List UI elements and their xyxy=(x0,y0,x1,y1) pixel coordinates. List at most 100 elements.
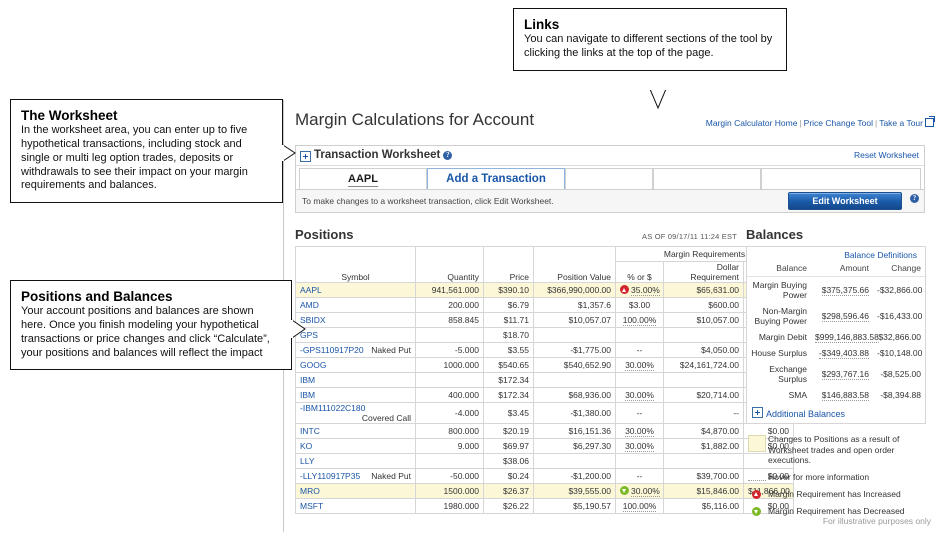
cell-pct-or-dollar: -- xyxy=(616,469,664,484)
cell-position-value: $10,057.07 xyxy=(534,313,616,328)
edit-worksheet-button[interactable]: Edit Worksheet xyxy=(788,192,902,210)
cell-dollar-requirement: -- xyxy=(664,403,744,424)
cell-pct-or-dollar: -- xyxy=(616,343,664,358)
cell-symbol[interactable]: SBIDX xyxy=(296,313,416,328)
cell-symbol[interactable]: AMD xyxy=(296,298,416,313)
column-header-symbol: Symbol xyxy=(296,262,416,283)
cell-pct-or-dollar: 30.00% xyxy=(616,484,664,499)
table-row[interactable]: INTC800.000$20.19$16,151.3630.00%$4,870.… xyxy=(296,424,794,439)
link-margin-calculator-home[interactable]: Margin Calculator Home xyxy=(706,118,798,128)
table-row[interactable]: KO9.000$69.97$6,297.3030.00%$1,882.00$0.… xyxy=(296,439,794,454)
table-row[interactable]: -GPS110917P20Naked Put-5.000$3.55-$1,775… xyxy=(296,343,794,358)
symbol-link[interactable]: INTC xyxy=(300,426,320,436)
help-icon[interactable]: ? xyxy=(910,194,919,203)
table-row[interactable]: -IBM111022C180Covered Call-4.000$3.45-$1… xyxy=(296,403,794,424)
cell-quantity: 1980.000 xyxy=(416,499,484,514)
column-header-dollar-requirement: DollarRequirement xyxy=(664,262,744,283)
cell-pct-or-dollar: 30.00% xyxy=(616,358,664,373)
pct-or-dollar-value: 30.00% xyxy=(631,486,660,497)
cell-pct-or-dollar: $3.00 xyxy=(616,298,664,313)
table-row[interactable]: MRO1500.000$26.37$39,555.0030.00%$15,846… xyxy=(296,484,794,499)
cell-symbol[interactable]: -GPS110917P20 Naked Put xyxy=(296,343,416,358)
green-down-arrow-icon xyxy=(752,507,761,516)
positions-table: Margin Requirements Symbol Quantity Pric… xyxy=(295,246,794,514)
cell-symbol[interactable]: KO xyxy=(296,439,416,454)
worksheet-tab-empty-1[interactable] xyxy=(565,168,653,190)
table-row[interactable]: -LLY110917P35Naked Put-50.000$0.24-$1,20… xyxy=(296,469,794,484)
cell-symbol[interactable]: AAPL xyxy=(296,283,416,298)
symbol-link[interactable]: MSFT xyxy=(300,501,323,511)
cell-symbol[interactable]: GOOG xyxy=(296,358,416,373)
add-a-transaction-tab[interactable]: Add a Transaction xyxy=(427,168,565,190)
worksheet-tab-empty-3[interactable] xyxy=(761,168,921,190)
column-header-position-value: Position Value xyxy=(534,262,616,283)
table-row[interactable]: IBM$172.34 xyxy=(296,373,794,388)
cell-quantity xyxy=(416,454,484,469)
table-row[interactable]: AMD200.000$6.79$1,357.6$3.00$600.00$0.00 xyxy=(296,298,794,313)
cell-symbol[interactable]: -IBM111022C180Covered Call xyxy=(296,403,416,424)
cell-pct-or-dollar: -- xyxy=(616,403,664,424)
pct-or-dollar-value: 30.00% xyxy=(625,426,654,437)
symbol-link[interactable]: AMD xyxy=(300,300,319,310)
link-take-a-tour[interactable]: Take a Tour xyxy=(879,118,923,128)
callout-body: In the worksheet area, you can enter up … xyxy=(21,124,272,193)
cell-price: $11.71 xyxy=(484,313,534,328)
balance-definitions-link[interactable]: Balance Definitions xyxy=(747,247,925,262)
worksheet-tab-aapl[interactable]: AAPL xyxy=(299,168,427,190)
cell-symbol[interactable]: GPS xyxy=(296,328,416,343)
yellow-swatch xyxy=(746,434,768,454)
table-row[interactable]: GPS$18.70 xyxy=(296,328,794,343)
cell-position-value: -$1,200.00 xyxy=(534,469,616,484)
cell-dollar-requirement: $39,700.00 xyxy=(664,469,744,484)
cell-symbol[interactable]: IBM xyxy=(296,373,416,388)
app-header: Margin Calculations for Account Margin C… xyxy=(284,100,939,140)
symbol-link[interactable]: IBM xyxy=(300,375,315,385)
cell-symbol[interactable]: -LLY110917P35Naked Put xyxy=(296,469,416,484)
column-header-quantity: Quantity xyxy=(416,262,484,283)
illustrative-disclaimer: For illustrative purposes only xyxy=(823,516,931,526)
symbol-link[interactable]: GOOG xyxy=(300,360,326,370)
symbol-link[interactable]: SBIDX xyxy=(300,315,326,325)
cell-symbol[interactable]: MSFT xyxy=(296,499,416,514)
table-row[interactable]: IBM400.000$172.34$68,936.0030.00%$20,714… xyxy=(296,388,794,403)
balance-row: Exchange Surplus$293,767.16-$8,525.00 xyxy=(747,361,927,387)
symbol-link[interactable]: LLY xyxy=(300,456,315,466)
reset-worksheet-link[interactable]: Reset Worksheet xyxy=(854,150,919,160)
cell-symbol[interactable]: INTC xyxy=(296,424,416,439)
cell-symbol[interactable]: LLY xyxy=(296,454,416,469)
cell-price: $38.06 xyxy=(484,454,534,469)
symbol-link[interactable]: -IBM111022C180 xyxy=(300,403,365,413)
symbol-link[interactable]: IBM xyxy=(300,390,315,400)
callout-title: The Worksheet xyxy=(21,108,272,123)
positions-pane: Positions AS OF 09/17/11 11:24 EST Margi… xyxy=(295,227,737,514)
table-row[interactable]: AAPL941,561.000$390.10$366,990,000.0035.… xyxy=(296,283,794,298)
help-icon[interactable]: ? xyxy=(443,151,452,160)
table-row[interactable]: MSFT1980.000$26.22$5,190.57100.00%$5,116… xyxy=(296,499,794,514)
cell-position-value: $5,190.57 xyxy=(534,499,616,514)
table-row[interactable]: LLY $38.06 xyxy=(296,454,794,469)
symbol-link[interactable]: GPS xyxy=(300,330,318,340)
link-price-change-tool[interactable]: Price Change Tool xyxy=(804,118,873,128)
symbol-link[interactable]: -LLY110917P35 xyxy=(300,471,360,481)
cell-price: $3.45 xyxy=(484,403,534,424)
symbol-link[interactable]: KO xyxy=(300,441,312,451)
cell-quantity: 9.000 xyxy=(416,439,484,454)
symbol-link[interactable]: -GPS110917P20 xyxy=(300,345,364,355)
additional-balances-link[interactable]: Additional Balances xyxy=(747,403,925,423)
table-row[interactable]: GOOG1000.000$540.65$540,652.9030.00%$24,… xyxy=(296,358,794,373)
symbol-link[interactable]: AAPL xyxy=(300,285,322,295)
balance-row: Margin Debit$999,146,883.58$32,866.00 xyxy=(747,329,927,345)
position-leg-type: Naked Put xyxy=(371,345,411,355)
balance-amount: $146,883.58 xyxy=(813,387,875,403)
worksheet-tab-label: AAPL xyxy=(348,173,378,187)
cell-symbol[interactable]: IBM xyxy=(296,388,416,403)
balance-amount-value: $999,146,883.58 xyxy=(815,332,879,343)
expand-plus-box-icon[interactable] xyxy=(300,151,311,162)
table-row[interactable]: SBIDX858.845$11.71$10,057.07100.00%$10,0… xyxy=(296,313,794,328)
cell-pct-or-dollar xyxy=(616,373,664,388)
cell-symbol[interactable]: MRO xyxy=(296,484,416,499)
symbol-link[interactable]: MRO xyxy=(300,486,320,496)
worksheet-tab-empty-2[interactable] xyxy=(653,168,761,190)
cell-position-value: $6,297.30 xyxy=(534,439,616,454)
cell-position-value: $540,652.90 xyxy=(534,358,616,373)
